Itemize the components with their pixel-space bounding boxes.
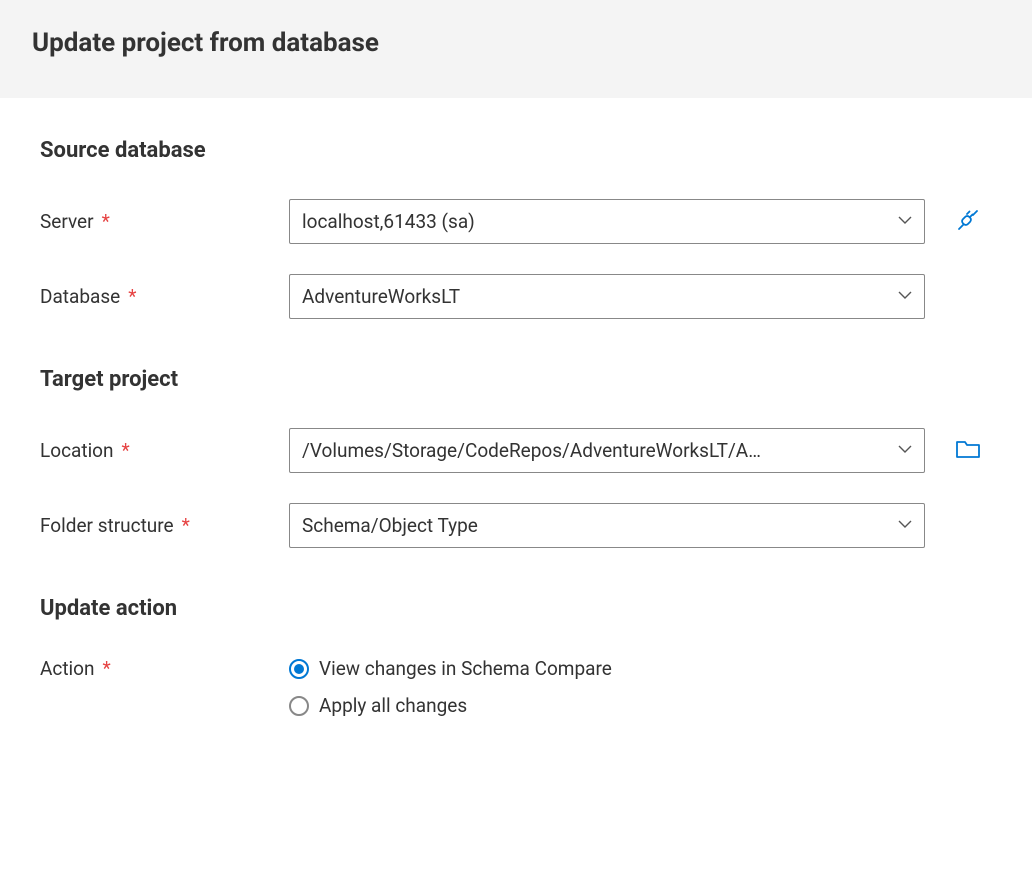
required-asterisk: * [182,514,190,537]
action-radio-group: View changes in Schema Compare Apply all… [289,657,612,717]
target-project-heading: Target project [40,367,992,392]
server-field-row: Server * localhost,61433 (sa) [40,199,992,244]
database-label: Database [40,285,120,308]
dialog-content: Source database Server * localhost,61433… [0,98,1032,717]
location-select[interactable]: /Volumes/Storage/CodeRepos/AdventureWork… [289,428,925,473]
server-label-cell: Server * [40,210,289,233]
folder-structure-label-cell: Folder structure * [40,514,289,537]
action-field-row: Action * View changes in Schema Compare … [40,657,992,717]
update-action-heading: Update action [40,596,992,621]
database-select[interactable]: AdventureWorksLT [289,274,925,319]
database-select-value: AdventureWorksLT [302,285,460,308]
radio-icon [289,696,309,716]
location-select-wrap: /Volumes/Storage/CodeRepos/AdventureWork… [289,428,925,473]
location-label: Location [40,439,114,462]
required-asterisk: * [122,439,130,462]
required-asterisk: * [128,285,136,308]
action-label-cell: Action * [40,657,289,680]
action-radio-apply-all[interactable]: Apply all changes [289,694,612,717]
folder-structure-label: Folder structure [40,514,174,537]
server-label: Server [40,210,94,233]
connect-button[interactable] [955,207,981,237]
radio-label-view: View changes in Schema Compare [319,657,612,680]
location-field-row: Location * /Volumes/Storage/CodeRepos/Ad… [40,428,992,473]
radio-icon [289,659,309,679]
database-field-row: Database * AdventureWorksLT [40,274,992,319]
dialog-header: Update project from database [0,0,1032,98]
database-select-wrap: AdventureWorksLT [289,274,925,319]
database-label-cell: Database * [40,285,289,308]
server-select-value: localhost,61433 (sa) [302,210,475,233]
action-label: Action [40,657,95,680]
server-select-wrap: localhost,61433 (sa) [289,199,925,244]
server-select[interactable]: localhost,61433 (sa) [289,199,925,244]
location-label-cell: Location * [40,439,289,462]
action-radio-view-changes[interactable]: View changes in Schema Compare [289,657,612,680]
radio-label-apply: Apply all changes [319,694,467,717]
browse-folder-button[interactable] [955,438,981,464]
folder-structure-field-row: Folder structure * Schema/Object Type [40,503,992,548]
folder-structure-select[interactable]: Schema/Object Type [289,503,925,548]
location-select-value: /Volumes/Storage/CodeRepos/AdventureWork… [302,439,761,462]
required-asterisk: * [102,210,110,233]
folder-structure-select-value: Schema/Object Type [302,514,478,537]
folder-structure-select-wrap: Schema/Object Type [289,503,925,548]
folder-icon [955,438,981,464]
page-title: Update project from database [32,28,1000,58]
source-database-heading: Source database [40,138,992,163]
required-asterisk: * [103,657,111,680]
plug-icon [955,207,981,237]
